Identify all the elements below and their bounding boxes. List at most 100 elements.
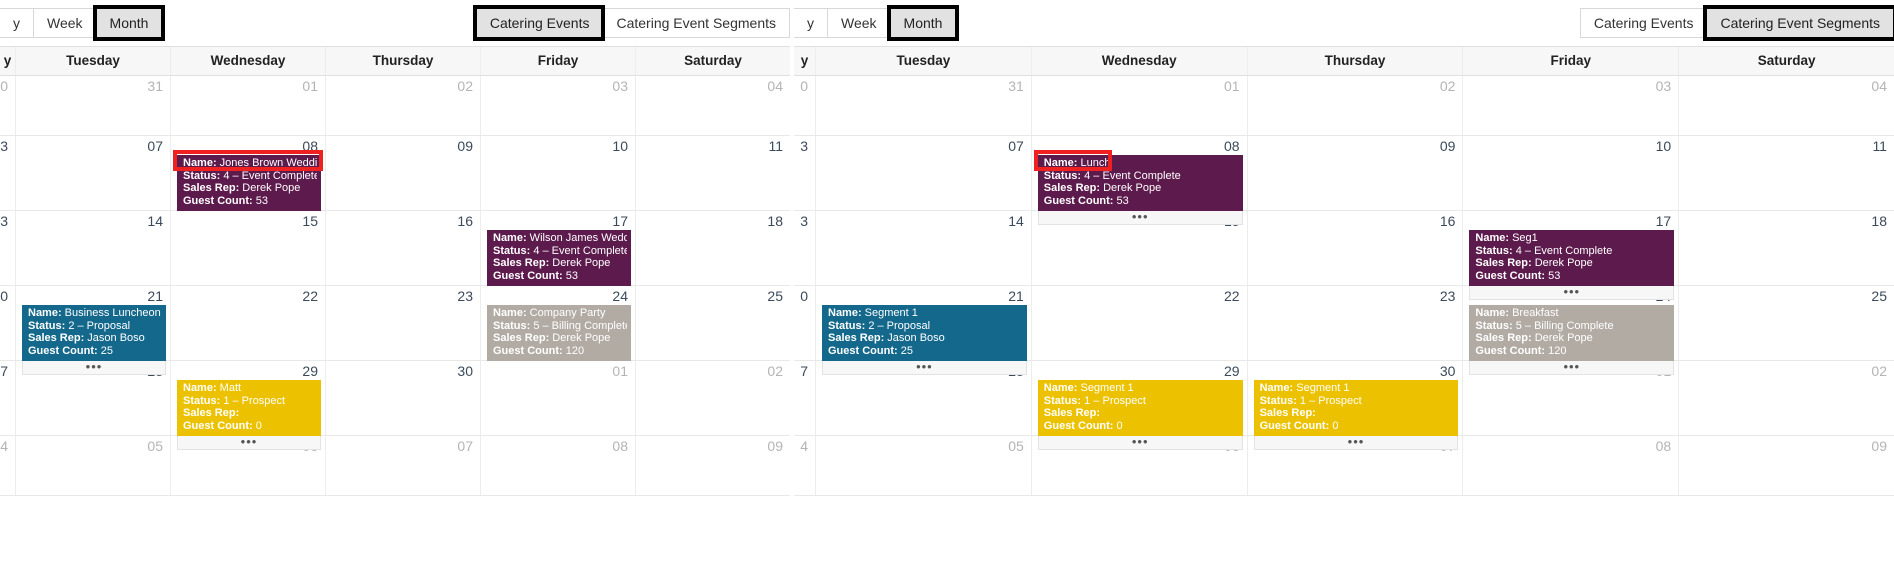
event-chip[interactable]: Name: Seg1 Status: 4 – Event Complete Sale… [1469,230,1675,286]
view-button-y[interactable]: y [794,8,827,38]
day-cell[interactable]: 08Name: Jones Brown WeddingStatus: 4 – E… [171,136,326,211]
day-cell[interactable]: 03 [481,76,636,135]
day-cell[interactable]: 4 [0,436,16,495]
day-cell[interactable]: 04 [1679,76,1894,135]
day-cell[interactable]: 07 [16,136,171,210]
event-chip[interactable]: Name: Wilson James WeddingStatus: 4 – Ev… [487,230,631,286]
day-cell[interactable]: 0 [0,76,16,135]
day-cell[interactable]: 09 [636,436,790,495]
dataset-button-catering-event-segments[interactable]: Catering Event Segments [1703,5,1894,41]
day-cell[interactable]: 09 [326,136,481,210]
view-button-week[interactable]: Week [33,8,96,38]
view-button-y[interactable]: y [0,8,33,38]
day-cell[interactable]: 25 [636,286,790,360]
view-button-week[interactable]: Week [827,8,890,38]
day-cell[interactable]: 3 [0,211,16,285]
day-cell[interactable]: 22 [1031,286,1248,360]
event-chip[interactable]: Name: Jones Brown WeddingStatus: 4 – Eve… [177,155,321,211]
more-events-indicator[interactable]: ••• [177,435,321,450]
event-chip[interactable]: Name: Business Luncheon Status: 2 – Propo… [22,305,166,361]
dataset-button-catering-event-segments[interactable]: Catering Event Segments [602,8,790,38]
day-cell[interactable]: 14 [816,211,1032,285]
day-cell[interactable]: 07 [326,436,481,495]
day-number: 30 [457,363,473,379]
day-cell[interactable]: 0 [0,286,16,360]
day-cell[interactable]: 07 [816,136,1032,210]
day-cell[interactable]: 3 [0,136,16,210]
event-chip[interactable]: Name: Segment 1 Status: 2 – Proposal Sales… [822,305,1027,361]
day-cell[interactable]: 3 [794,211,816,285]
day-cell[interactable]: 4 [794,436,816,495]
day-cell[interactable]: 14 [16,211,171,285]
day-cell[interactable]: 09 [1247,136,1464,210]
event-chip[interactable]: Name: Breakfast Status: 5 – Billing Compl… [1469,305,1675,361]
weekday-header-row: y Tuesday Wednesday Thursday Friday Saturday [0,47,790,76]
day-cell[interactable]: 08 [481,436,636,495]
more-events-indicator[interactable]: ••• [1037,210,1243,225]
day-cell[interactable]: 23 [1247,286,1464,360]
day-cell[interactable]: 16 [326,211,481,285]
dataset-button-catering-events[interactable]: Catering Events [472,5,606,41]
day-cell[interactable]: 24 Name: Company Party Status: 5 – Billing… [481,286,636,361]
day-cell[interactable]: 16 [1247,211,1464,285]
day-number: 29 [1224,363,1240,379]
day-cell[interactable]: 21 Name: Business Luncheon Status: 2 – Pro… [16,286,171,375]
event-sales-rep-key: Sales Rep: [493,257,550,270]
day-cell[interactable]: 23 [326,286,481,360]
event-chip[interactable]: Name: Lunch Status: 4 – Event Complete Sal… [1037,155,1243,211]
day-number: 31 [147,78,163,94]
more-events-indicator[interactable]: ••• [1037,435,1243,450]
view-button-month[interactable]: Month [92,5,166,41]
more-events-indicator[interactable]: ••• [822,360,1027,375]
day-cell[interactable]: 7 [0,361,16,435]
more-events-indicator[interactable]: ••• [22,360,166,375]
day-cell[interactable]: 09 [1679,436,1894,495]
event-chip[interactable]: Name: Company Party Status: 5 – Billing C… [487,305,631,361]
day-cell[interactable]: 0 [794,286,816,360]
day-cell[interactable]: 25 [1679,286,1894,360]
event-guest-count-line: Guest Count: 53 [183,195,317,208]
day-cell[interactable]: 17Name: Wilson James WeddingStatus: 4 – … [481,211,636,286]
day-cell[interactable]: 18 [1679,211,1894,285]
day-cell[interactable]: 11 [636,136,790,210]
day-cell[interactable]: 29 Name: Matt Status: 1 – Prospect Sales Re… [171,361,326,450]
day-cell[interactable]: 03 [1463,76,1680,135]
day-cell[interactable]: 30 [326,361,481,435]
more-events-indicator[interactable]: ••• [1469,360,1675,375]
day-cell[interactable]: 11 [1679,136,1894,210]
more-events-indicator[interactable]: ••• [1253,435,1459,450]
day-cell[interactable]: 31 [816,76,1032,135]
day-cell[interactable]: 02 [636,361,790,435]
weekday-header-5: Saturday [1757,53,1816,68]
day-cell[interactable]: 02 [1679,361,1894,435]
day-cell[interactable]: 08 Name: Lunch Status: 4 – Event Complete S… [1031,136,1248,225]
day-cell[interactable]: 02 [326,76,481,135]
event-chip[interactable]: Name: Segment 1 Status: 1 – Prospect Sales… [1253,380,1459,436]
day-cell[interactable]: 10 [481,136,636,210]
day-cell[interactable]: 17 Name: Seg1 Status: 4 – Event Complete Sa… [1463,211,1680,300]
day-cell[interactable]: 15 [171,211,326,285]
day-cell[interactable]: 18 [636,211,790,285]
day-cell[interactable]: 29 Name: Segment 1 Status: 1 – Prospect Sal… [1031,361,1248,450]
day-cell[interactable]: 02 [1247,76,1464,135]
day-cell[interactable]: 0 [794,76,816,135]
day-cell[interactable]: 30 Name: Segment 1 Status: 1 – Prospect Sal… [1247,361,1464,450]
day-cell[interactable]: 05 [16,436,171,495]
event-chip[interactable]: Name: Matt Status: 1 – Prospect Sales Rep:… [177,380,321,436]
more-events-indicator[interactable]: ••• [1469,285,1675,300]
day-cell[interactable]: 21 Name: Segment 1 Status: 2 – Proposal Sal… [816,286,1032,375]
dataset-button-catering-events[interactable]: Catering Events [1579,8,1707,38]
day-cell[interactable]: 01 [481,361,636,435]
day-cell[interactable]: 01 [171,76,326,135]
view-button-month[interactable]: Month [886,5,960,41]
day-cell[interactable]: 08 [1463,436,1680,495]
day-cell[interactable]: 22 [171,286,326,360]
day-cell[interactable]: 10 [1463,136,1680,210]
day-cell[interactable]: 3 [794,136,816,210]
event-chip[interactable]: Name: Segment 1 Status: 1 – Prospect Sales… [1037,380,1243,436]
day-cell[interactable]: 31 [16,76,171,135]
day-cell[interactable]: 04 [636,76,790,135]
day-cell[interactable]: 7 [794,361,816,435]
day-cell[interactable]: 01 [1031,76,1248,135]
day-cell[interactable]: 05 [816,436,1032,495]
